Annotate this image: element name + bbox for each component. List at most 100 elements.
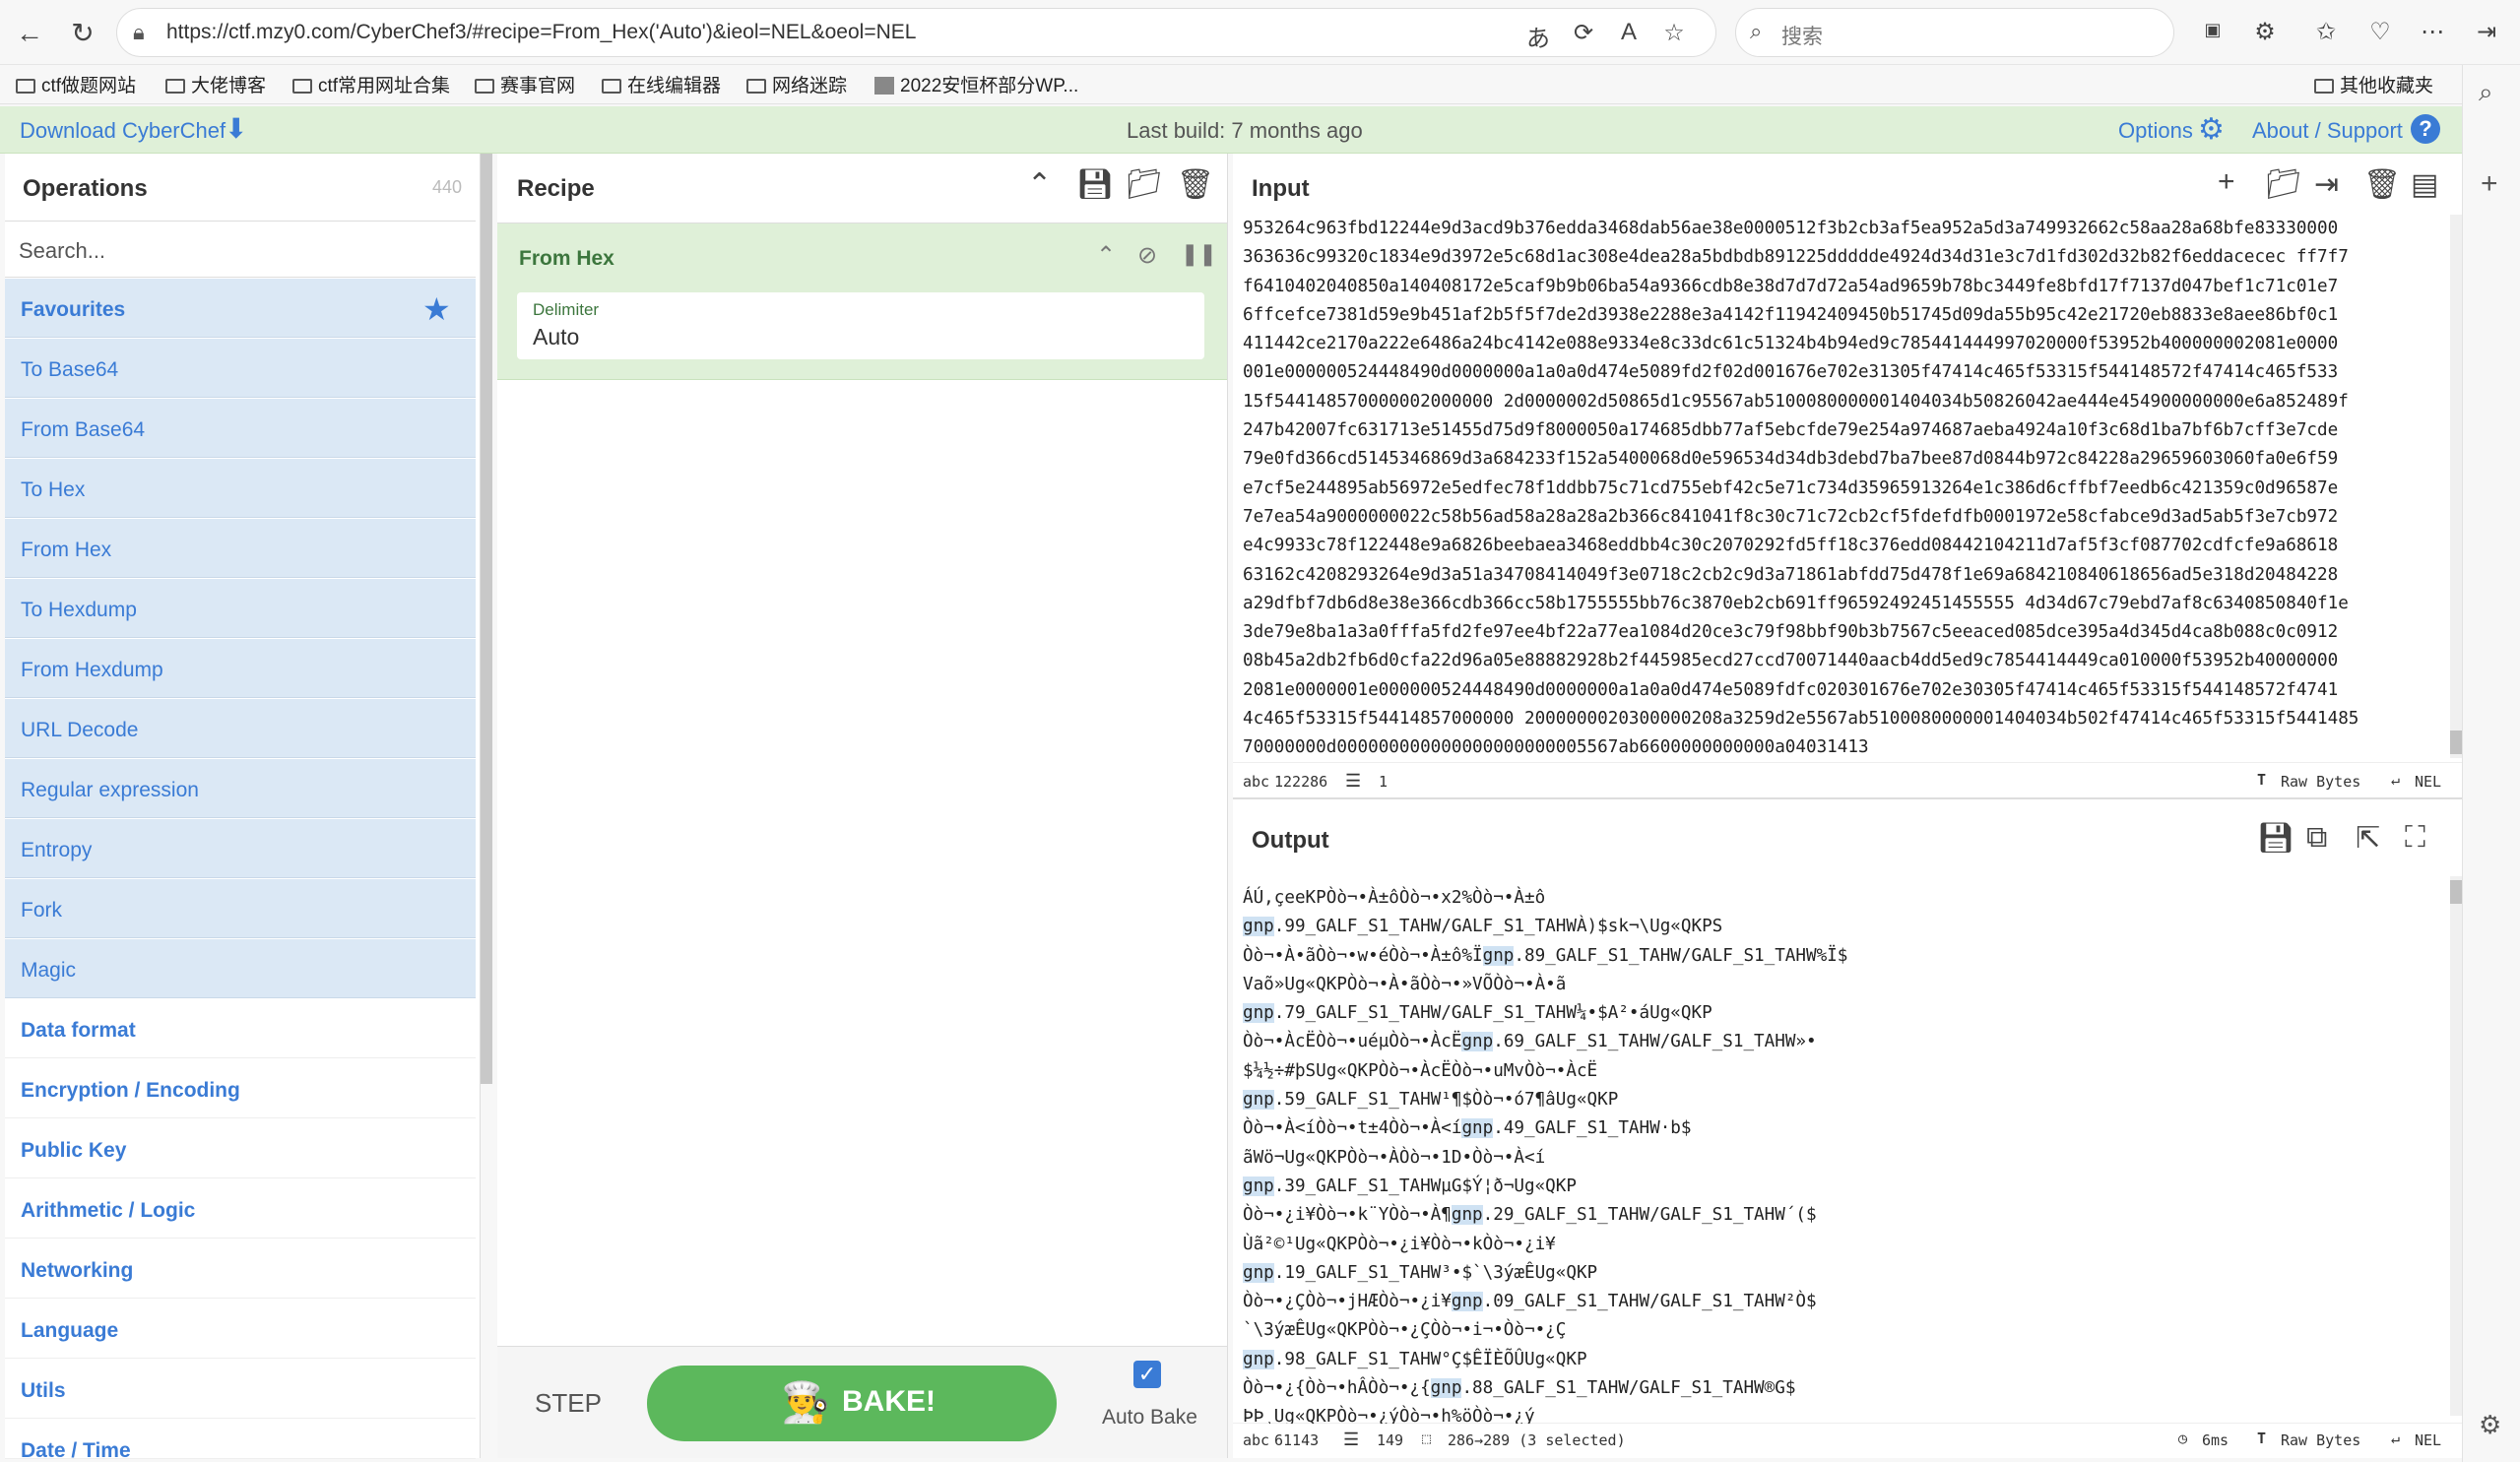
op-from-base64[interactable]: From Base64 [5,399,476,458]
bookmark-other[interactable]: 其他收藏夹 [2314,71,2433,97]
input-raw-bytes[interactable]: Raw Bytes [2281,773,2360,791]
browser-essentials-icon[interactable]: ♡ [2365,18,2395,46]
gear-icon[interactable]: ⚙ [2479,1410,2501,1440]
category-networking[interactable]: Networking [5,1240,476,1299]
folder-icon [2314,79,2334,94]
chevron-up-icon[interactable]: ⌃ [1027,167,1052,202]
category-utils[interactable]: Utils [5,1360,476,1419]
input-line: 7e7ea54a9000000022c58b56ad58a28a28a2b366… [1243,506,2339,527]
favourites-category[interactable]: Favourites ★ [5,279,476,338]
replace-input-icon[interactable]: ⇱ [2356,821,2380,856]
output-status-bar: abc 61143 ☰ 149 ⬚ 286→289 (3 selected) ◷… [1233,1423,2462,1458]
bookmark-contests[interactable]: 赛事官网 [475,71,575,97]
bookmarks-bar: ctf做题网站 大佬博客 ctf常用网址合集 赛事官网 在线编辑器 网络迷踪 2… [0,65,2462,104]
input-status-bar: abc 122286 ☰ 1 T Raw Bytes ↵ NEL [1233,762,2462,797]
output-raw-bytes[interactable]: Raw Bytes [2281,1431,2360,1449]
trash-icon[interactable]: 🗑︎ [2363,167,2401,202]
output-lines: 149 [1377,1431,1404,1449]
op-to-base64[interactable]: To Base64 [5,339,476,398]
output-textarea[interactable]: ÁÚ,çeeKPÒò¬•À±ôÒò¬•x2%Òò¬•À±ô gnp.99_GALF… [1243,884,2446,1424]
back-icon[interactable]: ← [12,16,47,51]
input-line: 63162c4208293264e9d3a51a34708414049f3e07… [1243,564,2339,585]
op-magic[interactable]: Magic [5,939,476,998]
bookmark-ctf-sites[interactable]: ctf做题网站 [16,71,136,97]
operations-title: Operations [23,175,148,202]
pause-icon[interactable]: ❚❚ [1181,241,1217,267]
refresh-icon[interactable]: ↻ [65,16,100,51]
category-language[interactable]: Language [5,1300,476,1359]
star-icon[interactable]: ★ [422,290,451,328]
add-icon[interactable]: + [2481,167,2498,201]
category-public-key[interactable]: Public Key [5,1119,476,1178]
maximize-icon[interactable]: ⛶ [2405,821,2425,855]
category-arithmetic-logic[interactable]: Arithmetic / Logic [5,1179,476,1239]
load-file-icon[interactable]: ⇥ [2314,167,2339,202]
chevron-up-icon[interactable]: ⌃ [1096,241,1116,270]
operations-search[interactable]: Search... [5,221,476,278]
copy-icon[interactable]: ⧉ [2306,821,2327,855]
more-menu-icon[interactable]: ⋯ [2418,18,2447,46]
op-to-hex[interactable]: To Hex [5,459,476,518]
input-textarea[interactable]: 953264c963fbd12244e9d3acd9b376edda3468da… [1243,215,2446,766]
puzzle-extension-icon[interactable]: ⚙ [2250,18,2280,46]
recipe-operation-from-hex[interactable]: From Hex ⌃ ⊘ ❚❚ Delimiter Auto [497,222,1227,380]
save-icon[interactable]: 💾︎ [1076,167,1114,202]
delimiter-value[interactable]: Auto [533,324,579,350]
browser-search-box[interactable]: ⌕ 搜索 [1735,8,2174,57]
category-encryption-encoding[interactable]: Encryption / Encoding [5,1059,476,1118]
favorites-icon[interactable]: ✩ [2311,18,2341,46]
bookmark-blogs[interactable]: 大佬博客 [165,71,266,97]
output-line: Òò¬•À<íÒò¬•t±4Òò¬•À<ígnp.49_GALF_S1_TAHW… [1243,1118,1692,1139]
category-date-time[interactable]: Date / Time [5,1420,476,1459]
layout-icon[interactable]: ▤ [2411,167,2438,202]
options-link[interactable]: Options [2118,118,2193,144]
category-data-format[interactable]: Data format [5,999,476,1058]
disable-icon[interactable]: ⊘ [1137,241,1157,270]
op-regular-expression[interactable]: Regular expression [5,759,476,818]
input-scrollbar[interactable] [2450,215,2462,758]
bookmark-ctf-links[interactable]: ctf常用网址合集 [292,71,450,97]
download-icon[interactable]: ⬇ [225,112,247,145]
extension-icon[interactable]: ▣ [2198,20,2228,40]
bookmark-editors[interactable]: 在线编辑器 [602,71,721,97]
sync-icon[interactable]: ⟳ [1569,19,1598,47]
op-fork[interactable]: Fork [5,879,476,938]
address-bar[interactable]: 🔒︎ https://ctf.mzy0.com/CyberChef3/#reci… [116,8,1716,57]
about-link[interactable]: About / Support [2252,118,2403,144]
delimiter-field[interactable]: Delimiter Auto [517,292,1204,359]
output-line: gnp.99_GALF_S1_TAHW/GALF_S1_TAHWÀ)$sk¬\U… [1243,917,1723,937]
output-eol[interactable]: NEL [2415,1431,2441,1449]
operations-search-input[interactable]: Search... [19,238,105,264]
help-icon[interactable]: ? [2411,114,2440,144]
open-folder-icon[interactable]: 📁︎ [2265,167,2302,202]
io-divider[interactable] [1233,797,2462,799]
op-from-hexdump[interactable]: From Hexdump [5,639,476,698]
bookmark-osint[interactable]: 网络迷踪 [746,71,847,97]
operations-scrollbar[interactable] [481,154,492,1084]
bake-button[interactable]: 👨‍🍳︎ BAKE! [647,1366,1057,1441]
sidebar-toggle-icon[interactable]: ⇥ [2472,18,2501,46]
step-button[interactable]: STEP [535,1388,602,1419]
favorite-star-icon[interactable]: ☆ [1659,19,1689,47]
input-line: 411442ce2170a222e6486a24bc4142e088e9334e… [1243,334,2339,354]
add-tab-icon[interactable]: + [2218,165,2235,199]
save-icon[interactable]: 💾︎ [2257,821,2294,856]
op-url-decode[interactable]: URL Decode [5,699,476,758]
read-aloud-icon[interactable]: A [1614,19,1644,46]
op-from-hex[interactable]: From Hex [5,519,476,578]
output-line: Vaõ»Ug«QKPÒò¬•À•ãÒò¬•»VÕÒò¬•À•ã [1243,974,1567,994]
search-icon[interactable]: ⌕ [2479,77,2493,108]
output-scrollbar[interactable] [2450,876,2462,1416]
bookmark-wp[interactable]: 2022安恒杯部分WP... [874,71,1078,97]
gear-icon[interactable]: ⚙ [2198,112,2225,147]
output-line: $¼½÷#þSUg«QKPÒò¬•ÀcËÒò¬•uMvÒò¬•ÀcË [1243,1060,1598,1081]
input-eol[interactable]: NEL [2415,773,2441,791]
op-entropy[interactable]: Entropy [5,819,476,878]
download-link[interactable]: Download CyberChef [20,118,226,144]
folder-open-icon[interactable]: 📁︎ [1126,167,1163,202]
auto-bake-checkbox[interactable]: ✓ [1133,1361,1161,1388]
op-to-hexdump[interactable]: To Hexdump [5,579,476,638]
translate-icon[interactable]: あ [1523,19,1553,53]
trash-icon[interactable]: 🗑︎ [1177,167,1214,202]
url-text[interactable]: https://ctf.mzy0.com/CyberChef3/#recipe=… [166,21,916,44]
